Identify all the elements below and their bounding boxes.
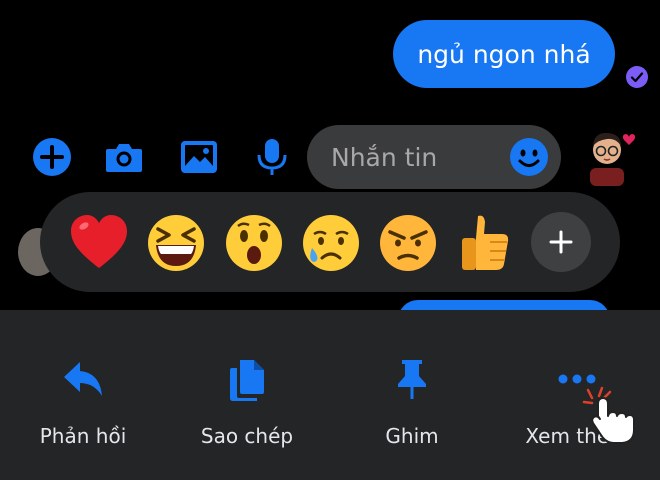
sent-message-text: ngủ ngon nhá (417, 39, 591, 69)
grinning-squinting-face-icon[interactable] (145, 212, 207, 274)
pin-icon (398, 360, 426, 399)
pin-label: Ghim (385, 424, 439, 448)
more-reactions-button[interactable] (531, 212, 591, 272)
user-avatar[interactable] (580, 124, 642, 186)
copy-action[interactable]: Sao chép (172, 356, 322, 456)
reply-icon (64, 362, 102, 396)
copy-label: Sao chép (200, 424, 294, 448)
seen-check-icon (626, 66, 648, 88)
plus-icon (549, 230, 573, 254)
message-input-placeholder: Nhắn tin (331, 142, 438, 172)
emoji-icon[interactable] (509, 137, 549, 177)
image-icon[interactable] (179, 137, 219, 177)
reply-action[interactable]: Phản hồi (8, 356, 158, 456)
angry-face-icon[interactable] (377, 212, 439, 274)
camera-icon[interactable] (104, 137, 144, 177)
sad-relieved-face-icon[interactable] (300, 212, 362, 274)
pin-action[interactable]: Ghim (337, 356, 487, 456)
reply-label: Phản hồi (39, 424, 127, 448)
microphone-icon[interactable] (252, 137, 292, 177)
sent-message-bubble[interactable]: ngủ ngon nhá (393, 20, 615, 88)
tap-hand-cursor-icon (582, 386, 635, 444)
add-icon[interactable] (32, 137, 72, 177)
thumbs-up-icon[interactable] (454, 212, 516, 274)
copy-icon (230, 360, 264, 401)
astonished-face-icon[interactable] (223, 212, 285, 274)
red-heart-icon[interactable] (68, 212, 130, 274)
